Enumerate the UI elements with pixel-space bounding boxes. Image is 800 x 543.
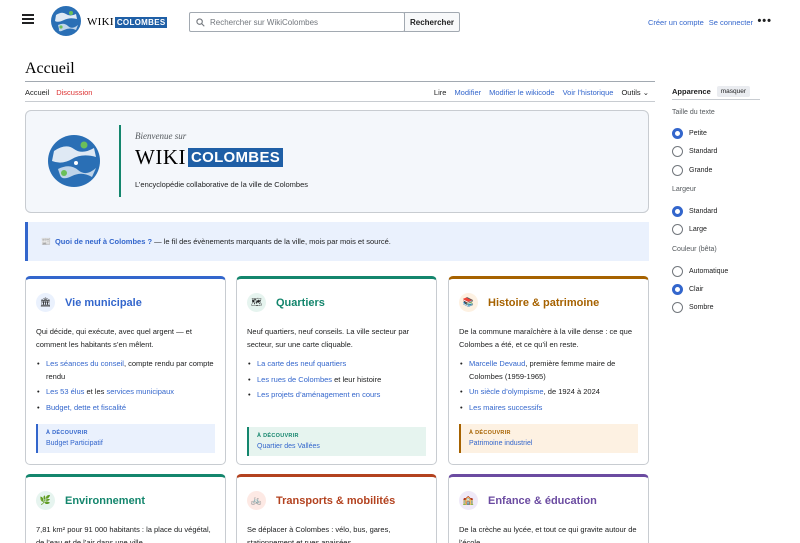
page-title: Accueil <box>25 60 75 77</box>
tab-accueil[interactable]: Accueil <box>25 88 50 102</box>
card-title[interactable]: Histoire & patrimoine <box>488 297 599 309</box>
banner-subtitle: Bienvenue sur <box>135 131 187 141</box>
tab-modifier-wikicode[interactable]: Modifier le wikicode <box>489 88 554 102</box>
banner-accent-bar <box>119 125 121 197</box>
banner-description: L’encyclopédie collaborative de la ville… <box>135 180 309 189</box>
list-item: La carte des neuf quartiers <box>247 358 426 371</box>
radio-icon <box>672 165 683 176</box>
radio-icon <box>672 224 683 235</box>
account-links: Créer un compte Se connecter <box>648 18 753 27</box>
radio-color-auto[interactable]: Automatique <box>672 266 728 277</box>
list-item: Les séances du conseil, compte rendu par… <box>36 358 215 383</box>
card-description: 7,81 km² pour 91 000 habitants : la plac… <box>36 525 211 543</box>
card-histoire-patrimoine: 📚 Histoire & patrimoine De la commune ma… <box>448 276 649 465</box>
radio-text-grande[interactable]: Grande <box>672 165 712 176</box>
list-item: Un siècle d’olympisme, de 1924 à 2024 <box>459 386 638 399</box>
color-label: Couleur (bêta) <box>672 246 717 253</box>
news-notice: 📰 Quoi de neuf à Colombes ? — le fil des… <box>25 222 649 261</box>
radio-color-clair[interactable]: Clair <box>672 284 703 295</box>
school-icon: 🏫 <box>459 491 478 510</box>
radio-selected-icon <box>672 206 683 217</box>
login-link[interactable]: Se connecter <box>709 18 753 27</box>
card-list: Marcelle Devaud, première femme maire de… <box>459 358 638 414</box>
card-title[interactable]: Enfance & éducation <box>488 495 597 507</box>
discover-link[interactable]: Budget Participatif <box>46 440 207 447</box>
tab-discussion[interactable]: Discussion <box>56 88 92 102</box>
width-label: Largeur <box>672 186 697 193</box>
tab-historique[interactable]: Voir l’historique <box>563 88 614 102</box>
card-enfance-education: 🏫 Enfance & éducation De la crèche au ly… <box>448 474 649 543</box>
card-environnement: 🌿 Environnement 7,81 km² pour 91 000 hab… <box>25 474 226 543</box>
newspaper-icon: 📰 <box>41 237 51 246</box>
tools-label: Outils <box>621 88 641 97</box>
card-transports: 🚲 Transports & mobilités Se déplacer à C… <box>236 474 437 543</box>
discover-link[interactable]: Patrimoine industriel <box>469 440 630 447</box>
radio-text-standard[interactable]: Standard <box>672 146 717 157</box>
namespace-tabs: Accueil Discussion <box>25 88 92 102</box>
appearance-divider <box>672 99 760 100</box>
tools-dropdown[interactable]: Outils ⌄ <box>621 88 649 102</box>
discover-link[interactable]: Quartier des Vallées <box>257 443 418 450</box>
discover-box: À DÉCOUVRIR Budget Participatif <box>36 424 215 453</box>
card-description: De la crèche au lycée, et tout ce qui gr… <box>459 525 637 543</box>
list-item: Marcelle Devaud, première femme maire de… <box>459 358 638 383</box>
appearance-title: Apparence <box>672 87 711 96</box>
site-logo-text[interactable]: WIKI COLOMBES <box>87 16 168 28</box>
search-placeholder: Rechercher sur WikiColombes <box>210 17 319 27</box>
radio-icon <box>672 302 683 313</box>
hide-appearance-button[interactable]: masquer <box>716 86 751 97</box>
radio-text-petite[interactable]: Petite <box>672 128 707 139</box>
card-title[interactable]: Quartiers <box>276 297 325 309</box>
logo-globe-icon[interactable] <box>50 5 82 37</box>
tab-lire[interactable]: Lire <box>433 88 447 102</box>
list-item: Les rues de Colombes et leur histoire <box>247 374 426 387</box>
radio-selected-icon <box>672 284 683 295</box>
card-list: La carte des neuf quartiers Les rues de … <box>247 358 426 402</box>
news-link[interactable]: Quoi de neuf à Colombes ? <box>55 237 152 246</box>
text-size-label: Taille du texte <box>672 109 715 116</box>
radio-color-sombre[interactable]: Sombre <box>672 302 714 313</box>
discover-box: À DÉCOUVRIR Patrimoine industriel <box>459 424 638 453</box>
card-description: Se déplacer à Colombes : vélo, bus, gare… <box>247 525 391 543</box>
title-divider <box>25 81 655 82</box>
card-quartiers: 🗺 Quartiers Neuf quartiers, neuf conseil… <box>236 276 437 465</box>
search-input[interactable]: Rechercher sur WikiColombes <box>189 12 405 32</box>
bicycle-icon: 🚲 <box>247 491 266 510</box>
search-icon <box>196 17 205 27</box>
card-description: Neuf quartiers, neuf conseils. La ville … <box>247 327 410 349</box>
create-account-link[interactable]: Créer un compte <box>648 18 704 27</box>
card-list: Les séances du conseil, compte rendu par… <box>36 358 215 414</box>
discover-box: À DÉCOUVRIR Quartier des Vallées <box>247 426 426 456</box>
map-icon: 🗺 <box>247 293 266 312</box>
list-item: Les projets d’aménagement en cours <box>247 389 426 402</box>
radio-width-standard[interactable]: Standard <box>672 206 717 217</box>
card-description: Qui décide, qui exécute, avec quel argen… <box>36 327 192 349</box>
radio-icon <box>672 146 683 157</box>
chevron-down-icon: ⌄ <box>642 88 649 97</box>
tabs-divider <box>25 101 655 102</box>
more-options-icon[interactable]: ••• <box>757 15 772 27</box>
card-title[interactable]: Transports & mobilités <box>276 495 395 507</box>
list-item: Les maires successifs <box>459 402 638 415</box>
card-title[interactable]: Environnement <box>65 495 145 507</box>
tab-modifier[interactable]: Modifier <box>454 88 481 102</box>
news-text: — le fil des évènements marquants de la … <box>154 237 391 246</box>
card-description: De la commune maraîchère à la ville dens… <box>459 327 633 349</box>
list-item: Les 53 élus et les services municipaux <box>36 386 215 399</box>
appearance-header: Apparence masquer <box>672 86 751 97</box>
leaf-icon: 🌿 <box>36 491 55 510</box>
card-vie-municipale: 🏛 Vie municipale Qui décide, qui exécute… <box>25 276 226 465</box>
banner-globe-icon <box>48 135 100 187</box>
city-hall-icon: 🏛 <box>36 293 55 312</box>
books-icon: 📚 <box>459 293 478 312</box>
radio-width-large[interactable]: Large <box>672 224 707 235</box>
card-title[interactable]: Vie municipale <box>65 297 142 309</box>
search-button[interactable]: Rechercher <box>404 12 460 32</box>
radio-selected-icon <box>672 128 683 139</box>
list-item: Budget, dette et fiscalité <box>36 402 215 415</box>
main-menu-icon[interactable] <box>22 14 34 24</box>
radio-icon <box>672 266 683 277</box>
banner-logo: WIKI COLOMBES <box>135 145 284 170</box>
view-tabs: Lire Modifier Modifier le wikicode Voir … <box>433 88 649 102</box>
